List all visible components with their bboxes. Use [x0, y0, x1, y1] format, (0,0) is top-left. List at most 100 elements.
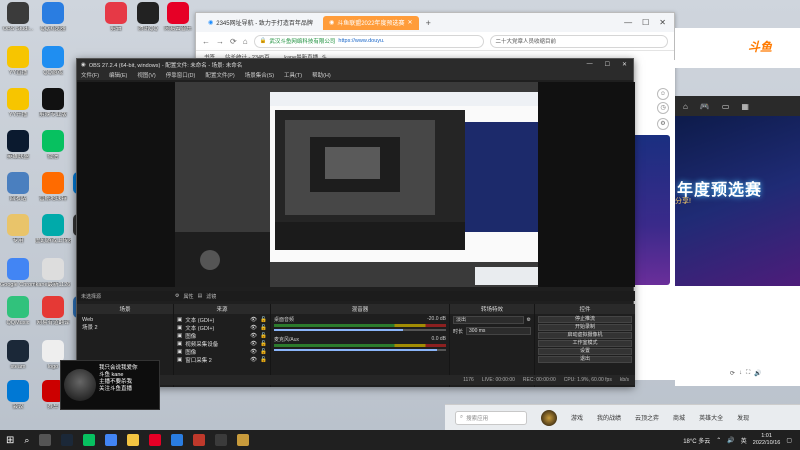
properties-button[interactable]: 属性	[184, 293, 194, 300]
visibility-icon[interactable]: 👁	[250, 357, 257, 363]
settings-icon[interactable]: ⚙	[657, 118, 669, 130]
close-button[interactable]: ✕	[622, 61, 627, 68]
game-client-icon[interactable]	[237, 434, 250, 446]
desktop-icon[interactable]: OBS Studi...	[0, 2, 36, 32]
minimize-button[interactable]: —	[587, 61, 593, 68]
control-button[interactable]: 开始录制	[538, 324, 632, 331]
taskview-icon[interactable]	[39, 434, 52, 446]
control-button[interactable]: 退出	[538, 356, 632, 363]
volume-slider[interactable]	[274, 329, 446, 331]
start-icon[interactable]: ⊞	[6, 435, 14, 446]
desktop-icon[interactable]: 回收站	[0, 172, 36, 202]
maximize-button[interactable]: ☐	[642, 18, 649, 27]
home-button[interactable]: ⌂	[243, 37, 248, 46]
game-nav-item[interactable]: 我的战绩	[597, 413, 621, 422]
close-button[interactable]: ✕	[659, 18, 666, 27]
desktop-icon[interactable]: 剪辑	[98, 2, 134, 32]
game-logo-icon[interactable]	[541, 409, 557, 426]
game-nav-item[interactable]: 发现	[737, 413, 749, 422]
volume-icon[interactable]: 🔊	[727, 437, 734, 444]
tab-2345[interactable]: ◉ 2345网址导航 - 致力于打造百年品牌	[202, 16, 319, 30]
game-nav-item[interactable]: 游戏	[571, 413, 583, 422]
weather-text[interactable]: 18°C 多云	[683, 436, 710, 445]
chevron-up-icon[interactable]: ⌃	[716, 437, 721, 444]
filter-icon[interactable]: ▤	[198, 293, 203, 299]
desktop-icon[interactable]: 会议	[0, 380, 36, 410]
lock-icon[interactable]: 🔓	[260, 357, 267, 363]
desktop-icon[interactable]: 剪映专业版	[35, 88, 71, 118]
source-item[interactable]: ▣ 文本 (GDI+) 👁 🔓	[177, 316, 267, 324]
gamepad-icon[interactable]: 🎮	[700, 102, 710, 111]
menu-docks[interactable]: 停靠窗口(D)	[166, 71, 196, 79]
screen-icon[interactable]: ▭	[722, 102, 730, 111]
menu-help[interactable]: 帮助(H)	[312, 71, 331, 79]
source-item[interactable]: ▣ 图像 👁 🔓	[177, 332, 267, 340]
visibility-icon[interactable]: 👁	[250, 349, 257, 355]
desktop-icon[interactable]: YY开播	[0, 88, 36, 118]
source-item[interactable]: ▣ 文本 (GDI+) 👁 🔓	[177, 324, 267, 332]
source-item[interactable]: ▣ 窗口采集 2 👁 🔓	[177, 356, 267, 364]
gear-icon[interactable]: ⚙	[527, 317, 531, 323]
desktop-icon[interactable]: QQMusic	[0, 296, 36, 326]
desktop-icon[interactable]: 专用	[0, 214, 36, 244]
desktop-icon[interactable]: YY直播	[0, 46, 36, 76]
control-button[interactable]: 设置	[538, 348, 632, 355]
lock-icon[interactable]: 🔓	[260, 341, 267, 347]
lock-icon[interactable]: 🔓	[260, 349, 267, 355]
transition-select[interactable]: 淡出	[453, 316, 524, 324]
desktop-icon[interactable]: 微信	[35, 130, 71, 160]
game-nav-item[interactable]: 云顶之弈	[635, 413, 659, 422]
forward-button[interactable]: →	[216, 37, 224, 46]
desktop-icon[interactable]: steam	[0, 340, 36, 370]
duration-input[interactable]: 300 ms	[466, 327, 531, 335]
lock-icon[interactable]: 🔓	[260, 333, 267, 339]
obs-preview[interactable]	[175, 82, 538, 287]
game-nav-item[interactable]: 英雄大全	[699, 413, 723, 422]
visibility-icon[interactable]: 👁	[250, 341, 257, 347]
control-button[interactable]: 工作室模式	[538, 340, 632, 347]
chrome-icon[interactable]	[105, 434, 118, 446]
desktop-icon[interactable]: QQ游戏	[35, 46, 71, 76]
search-input[interactable]: 二十大党章人员收缩目前	[489, 34, 668, 48]
desktop-icon[interactable]: 网易云音乐	[160, 2, 196, 32]
new-tab-button[interactable]: +	[426, 18, 431, 28]
visibility-icon[interactable]: 👁	[250, 333, 257, 339]
scene-item[interactable]: Web	[80, 316, 170, 324]
menu-tools[interactable]: 工具(T)	[284, 71, 302, 79]
desktop-icon[interactable]: QQ浏览器	[35, 2, 71, 32]
folder-icon[interactable]	[127, 434, 140, 446]
desktop-icon[interactable]: Google Chrome	[0, 258, 36, 288]
menu-file[interactable]: 文件(F)	[81, 71, 99, 79]
grid-icon[interactable]: ▦	[741, 102, 749, 111]
back-button[interactable]: ←	[202, 37, 210, 46]
browser-icon[interactable]	[171, 434, 184, 446]
volume-slider[interactable]	[274, 349, 446, 351]
desktop-icon[interactable]: kane最新1126	[35, 258, 71, 288]
clock[interactable]: 1:01 2022/10/16	[753, 433, 781, 447]
douyu-banner[interactable]: 年度预选赛 分享!	[675, 116, 800, 286]
history-icon[interactable]: ◷	[657, 102, 669, 114]
source-item[interactable]: ▣ 图像 👁 🔓	[177, 348, 267, 356]
desktop-icon[interactable]: 英雄联盟	[0, 130, 36, 160]
menu-profile[interactable]: 配置文件(P)	[205, 71, 234, 79]
control-button[interactable]: 启动虚拟摄像机	[538, 332, 632, 339]
source-item[interactable]: ▣ 视频采集设备 👁 🔓	[177, 340, 267, 348]
lock-icon[interactable]: 🔓	[260, 325, 267, 331]
steam-icon[interactable]	[61, 434, 74, 446]
app-icon[interactable]	[193, 434, 206, 446]
notification-icon[interactable]: ▢	[786, 437, 792, 444]
game-nav-item[interactable]: 商城	[673, 413, 685, 422]
input-language[interactable]: 英	[741, 436, 747, 445]
home-icon[interactable]: ⌂	[683, 102, 688, 111]
reload-button[interactable]: ⟳	[230, 37, 237, 46]
visibility-icon[interactable]: 👁	[250, 325, 257, 331]
user-icon[interactable]: ☺	[657, 88, 669, 100]
visibility-icon[interactable]: 👁	[250, 317, 257, 323]
lock-icon[interactable]: 🔓	[260, 317, 267, 323]
tab-douyu[interactable]: ◉ 斗鱼联盟2022年度预选赛 ✕	[322, 15, 419, 30]
netease-music-icon[interactable]	[149, 434, 162, 446]
douyu-logo[interactable]: 斗鱼	[748, 38, 772, 55]
close-icon[interactable]: ✕	[408, 19, 413, 26]
maximize-button[interactable]: ☐	[605, 61, 610, 68]
menu-scene-collection[interactable]: 场景集合(S)	[245, 71, 274, 79]
